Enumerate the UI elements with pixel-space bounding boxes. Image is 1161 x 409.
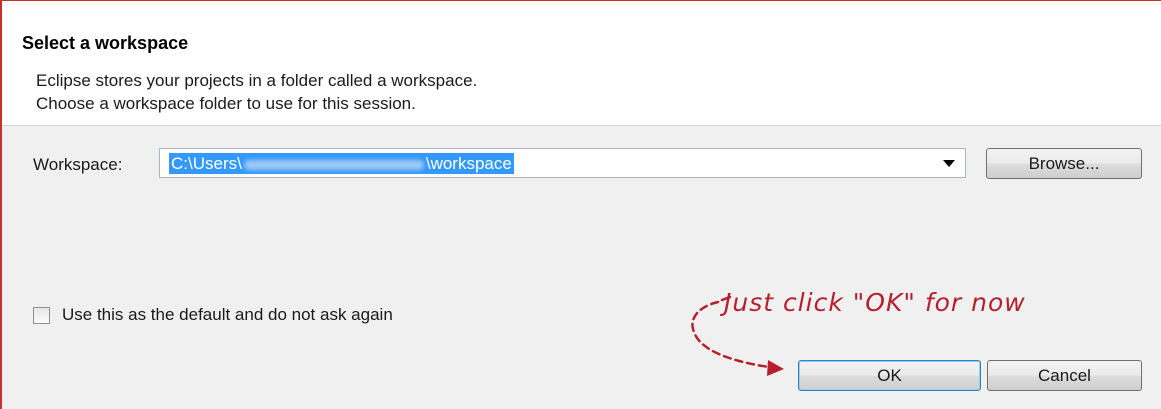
ok-button[interactable]: OK xyxy=(798,360,981,391)
annotation-arrow-icon xyxy=(691,295,784,376)
cancel-button[interactable]: Cancel xyxy=(987,360,1142,391)
